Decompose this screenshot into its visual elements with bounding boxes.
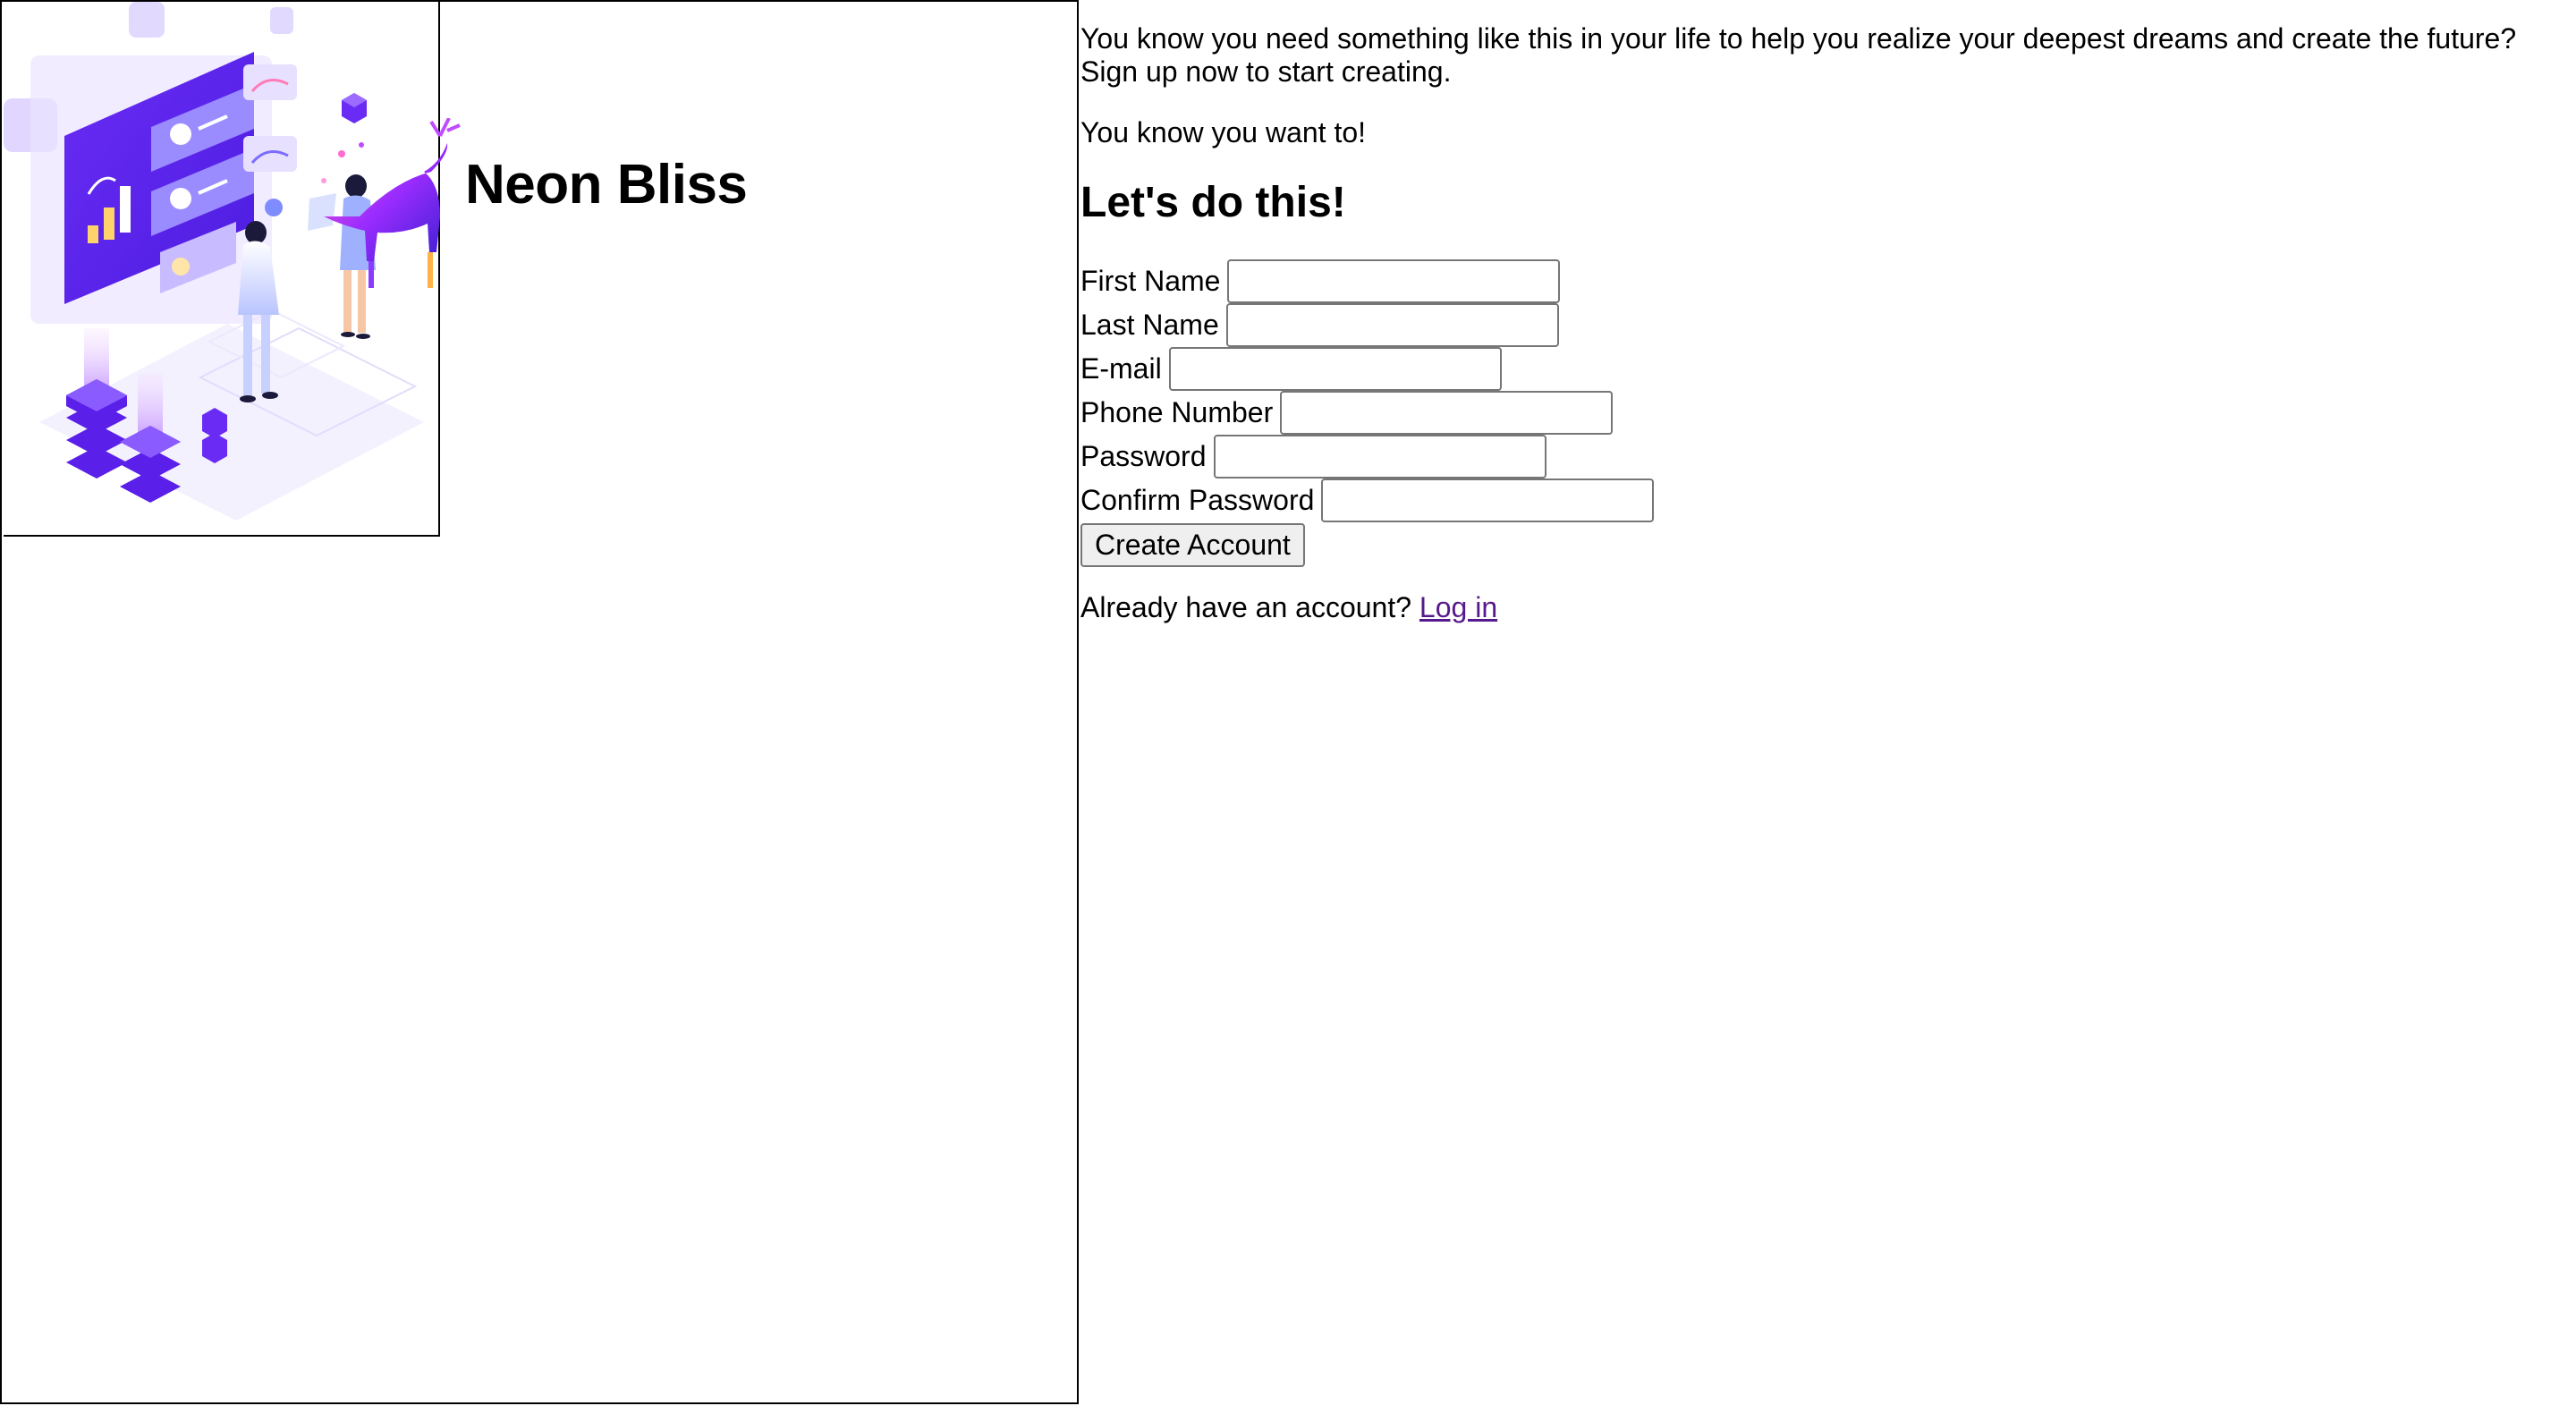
email-input[interactable] bbox=[1168, 347, 1502, 391]
form-heading: Let's do this! bbox=[1080, 179, 1346, 226]
intro-text: You know you need something like this in… bbox=[1080, 22, 2517, 88]
brand-name: Neon Bliss bbox=[465, 154, 748, 216]
email-row: E-mail bbox=[1080, 347, 2565, 391]
phone-input[interactable] bbox=[1280, 391, 1614, 435]
neon-deer-graphic bbox=[321, 118, 461, 288]
submit-row: Create Account bbox=[1080, 522, 2565, 568]
login-prompt: Already have an account? bbox=[1080, 591, 1412, 623]
password-row: Password bbox=[1080, 435, 2565, 479]
confirm-password-input[interactable] bbox=[1321, 479, 1655, 522]
login-link[interactable]: Log in bbox=[1419, 591, 1497, 623]
signup-form: First Name Last Name E-mail Phone Number… bbox=[1080, 259, 2565, 568]
phone-row: Phone Number bbox=[1080, 391, 2565, 435]
last-name-row: Last Name bbox=[1080, 303, 2565, 347]
first-name-input[interactable] bbox=[1227, 259, 1561, 303]
first-name-label: First Name bbox=[1080, 265, 1221, 297]
password-input[interactable] bbox=[1213, 435, 1546, 479]
last-name-input[interactable] bbox=[1225, 303, 1559, 347]
create-account-button[interactable]: Create Account bbox=[1080, 523, 1305, 567]
confirm-password-row: Confirm Password bbox=[1080, 479, 2565, 522]
left-panel: Neon Bliss bbox=[0, 0, 1079, 1404]
login-line: Already have an account? Log in bbox=[1080, 591, 2565, 624]
first-name-row: First Name bbox=[1080, 259, 2565, 303]
last-name-label: Last Name bbox=[1080, 309, 1219, 341]
password-label: Password bbox=[1080, 440, 1207, 472]
confirm-password-label: Confirm Password bbox=[1080, 484, 1315, 516]
phone-label: Phone Number bbox=[1080, 396, 1274, 428]
tagline-text: You know you want to! bbox=[1080, 116, 1367, 148]
email-label: E-mail bbox=[1080, 352, 1162, 385]
signup-panel: You know you need something like this in… bbox=[1080, 0, 2565, 1404]
